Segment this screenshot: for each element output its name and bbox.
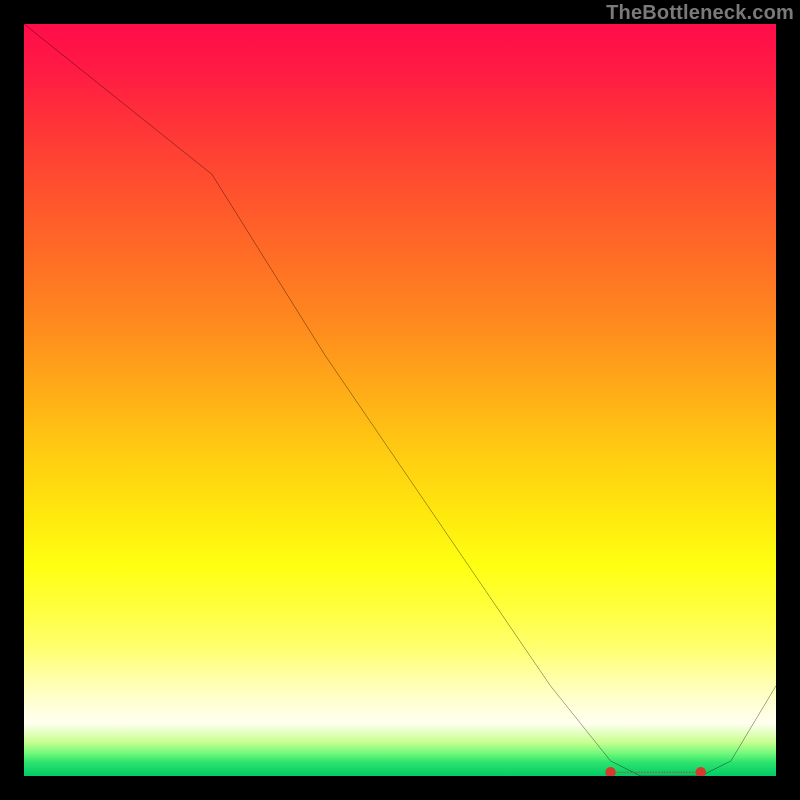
chart-frame: TheBottleneck.com	[0, 0, 800, 800]
plot-area	[24, 24, 776, 776]
bottleneck-curve	[24, 24, 776, 776]
chart-svg	[24, 24, 776, 776]
watermark-text: TheBottleneck.com	[606, 2, 794, 25]
baseline-marker-dot-left	[605, 767, 616, 776]
baseline-marker-dot-right	[696, 767, 707, 776]
